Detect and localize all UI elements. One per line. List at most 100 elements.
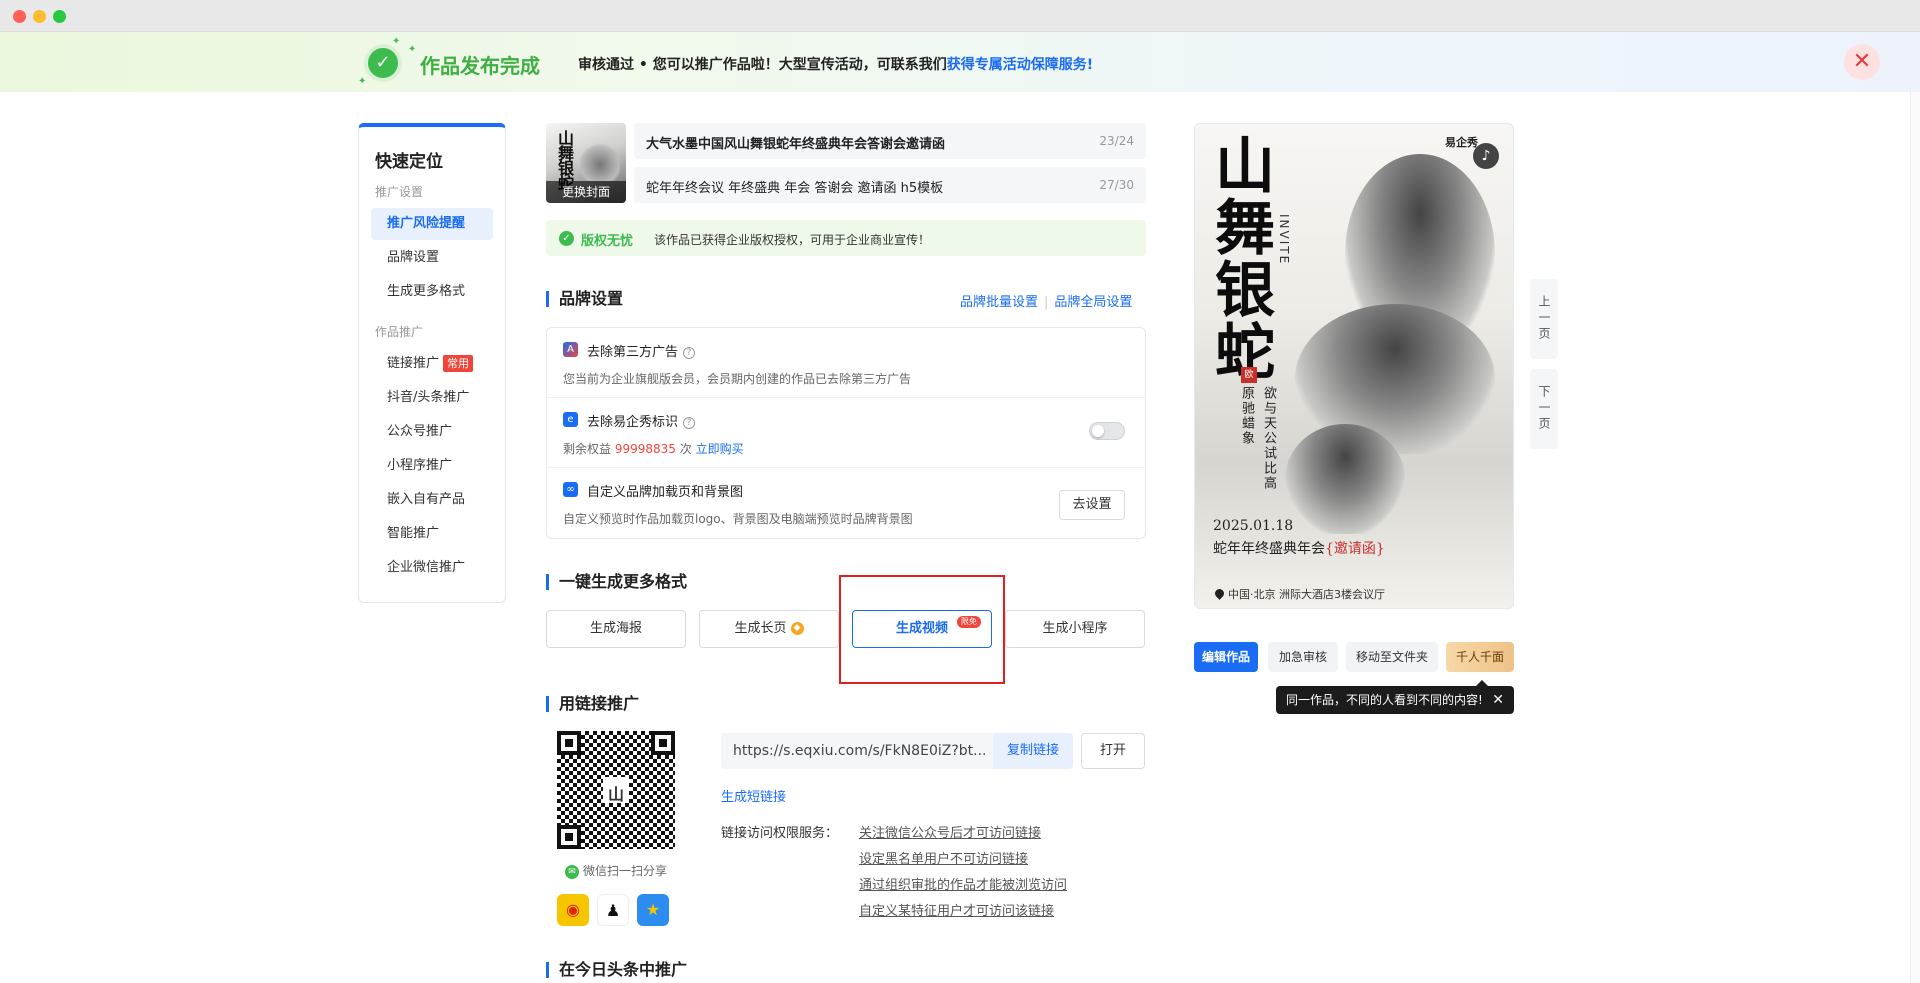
- perm-link-follow-official[interactable]: 关注微信公众号后才可访问链接: [859, 822, 1041, 841]
- share-url-text: https://s.eqxiu.com/s/FkN8E0iZ?bt...: [733, 743, 987, 759]
- nav-item-more-formats[interactable]: 生成更多格式: [371, 276, 493, 308]
- go-settings-button[interactable]: 去设置: [1059, 490, 1125, 520]
- nav-item-label: 链接推广: [387, 356, 440, 371]
- nav-item-brand-settings[interactable]: 品牌设置: [371, 242, 493, 274]
- music-note-icon[interactable]: ♪: [1473, 143, 1499, 169]
- share-qr-code: [557, 731, 675, 849]
- prev-page-button[interactable]: 上一页: [1530, 279, 1558, 359]
- generate-short-link[interactable]: 生成短链接: [721, 786, 786, 805]
- link-separator: |: [1044, 295, 1049, 310]
- close-icon[interactable]: ✕: [1492, 686, 1504, 714]
- poster-brand-logo: 易企秀: [1445, 136, 1478, 149]
- brand-row-desc: 剩余权益 99998835 次 立即购买: [563, 440, 744, 457]
- brand-row-name: 去除第三方广告?: [587, 341, 696, 360]
- generate-poster-button[interactable]: 生成海报: [546, 610, 686, 648]
- poster-subtitle-text: 蛇年年终盛典年会: [1213, 541, 1325, 557]
- brand-section-links: 品牌批量设置 | 品牌全局设置: [960, 291, 1132, 310]
- remove-ads-label: 去除第三方广告: [587, 345, 679, 360]
- nav-item-official-account-promo[interactable]: 公众号推广: [371, 416, 493, 448]
- open-link-button[interactable]: 打开: [1081, 733, 1145, 769]
- remaining-rights-count: 99998835: [614, 442, 676, 456]
- generate-longpage-button[interactable]: 生成长页 ◆: [699, 610, 839, 648]
- banner-service-link[interactable]: 获得专属活动保障服务!: [947, 57, 1093, 73]
- copy-link-button[interactable]: 复制链接: [993, 733, 1073, 769]
- banner-message-text: 审核通过 • 您可以推广作品啦！大型宣传活动，可联系我们: [578, 57, 947, 73]
- generate-video-label: 生成视频: [895, 621, 948, 636]
- check-circle-icon: ✓: [559, 231, 574, 246]
- window-maximize-button[interactable]: [53, 10, 66, 23]
- perm-link-blacklist[interactable]: 设定黑名单用户不可访问链接: [859, 848, 1028, 867]
- perm-link-approval[interactable]: 通过组织审批的作品才能被浏览访问: [859, 874, 1067, 893]
- poster-address: 中国·北京 洲际大酒店3楼会议厅: [1213, 586, 1385, 602]
- window-minimize-button[interactable]: [33, 10, 46, 23]
- brand-global-settings-link[interactable]: 品牌全局设置: [1054, 295, 1132, 310]
- remove-logo-label: 去除易企秀标识: [587, 415, 679, 430]
- brand-row-desc: 自定义预览时作品加载页logo、背景图及电脑端预览时品牌背景图: [563, 512, 913, 526]
- nav-item-embed-product[interactable]: 嵌入自有产品: [371, 484, 493, 516]
- work-desc-field[interactable]: 蛇年年终会议 年终盛典 年会 答谢会 邀请函 h5模板 27/30: [634, 167, 1146, 203]
- poster-mountain-art: [1285, 424, 1405, 534]
- personalize-tooltip: 同一作品，不同的人看到不同的内容! ✕: [1276, 680, 1514, 714]
- change-cover-button[interactable]: 更换封面: [546, 181, 626, 203]
- share-url-field[interactable]: https://s.eqxiu.com/s/FkN8E0iZ?bt... 复制链…: [721, 733, 1073, 769]
- window-titlebar: [0, 0, 1920, 32]
- nav-item-link-promo[interactable]: 链接推广 常用: [371, 348, 493, 380]
- eqxiu-logo-icon: e: [563, 412, 578, 427]
- copyright-notice: ✓ 版权无忧 该作品已获得企业版权授权，可用于企业商业宣传！: [546, 220, 1146, 256]
- close-icon[interactable]: ✕: [1844, 44, 1880, 80]
- publish-success-banner: ✦ ✦ ✦ ✓ 作品发布完成 审核通过 • 您可以推广作品啦！大型宣传活动，可联…: [0, 32, 1920, 92]
- help-icon[interactable]: ?: [683, 346, 696, 359]
- poster-invite-text: INVITE: [1277, 214, 1291, 266]
- poster-verse-right: 欲与天公试比高: [1261, 386, 1276, 491]
- custom-loading-label: 自定义品牌加载页和背景图: [587, 485, 744, 500]
- work-desc-count: 27/30: [1099, 178, 1134, 192]
- nav-item-risk-reminder[interactable]: 推广风险提醒: [371, 208, 493, 240]
- nav-item-smart-promo[interactable]: 智能推广: [371, 518, 493, 550]
- next-page-button[interactable]: 下一页: [1530, 369, 1558, 449]
- generate-miniprogram-button[interactable]: 生成小程序: [1005, 610, 1145, 648]
- poster-address-text: 中国·北京 洲际大酒店3楼会议厅: [1228, 588, 1385, 601]
- location-pin-icon: [1213, 587, 1226, 600]
- qq-icon[interactable]: ♟: [597, 894, 629, 926]
- hot-tag: 常用: [443, 355, 474, 372]
- wechat-icon: ✉: [565, 864, 579, 879]
- brand-row-name: 去除易企秀标识?: [587, 411, 696, 430]
- expedite-review-button[interactable]: 加急审核: [1268, 642, 1338, 672]
- qr-finder: [557, 731, 581, 755]
- work-cover-thumbnail[interactable]: 山舞银蛇 更换封面: [546, 123, 626, 203]
- remaining-rights-label: 剩余权益: [563, 442, 612, 456]
- brand-batch-settings-link[interactable]: 品牌批量设置: [960, 295, 1038, 310]
- work-title-count: 23/24: [1099, 134, 1134, 148]
- work-title-field[interactable]: 大气水墨中国风山舞银蛇年终盛典年会答谢会邀请函 23/24: [634, 123, 1146, 159]
- nav-item-wecom-promo[interactable]: 企业微信推广: [371, 552, 493, 584]
- formats-section-title: 一键生成更多格式: [546, 574, 687, 590]
- perm-link-custom-users[interactable]: 自定义某特征用户才可访问该链接: [859, 900, 1054, 919]
- work-preview-poster[interactable]: 易企秀 ♪ 山舞银蛇 INVITE 欧 欲与天公试比高 原驰蜡象 2025.01…: [1194, 123, 1514, 609]
- weibo-icon[interactable]: ◉: [557, 894, 589, 926]
- infinity-icon: ∞: [563, 482, 578, 497]
- poster-subtitle-highlight: {邀请函}: [1325, 541, 1385, 557]
- remove-logo-toggle[interactable]: [1089, 422, 1125, 440]
- help-icon[interactable]: ?: [683, 416, 696, 429]
- window-close-button[interactable]: [13, 10, 26, 23]
- brand-row-desc: 您当前为企业旗舰版会员，会员期内创建的作品已去除第三方广告: [563, 372, 912, 386]
- sparkle-icon: ✦: [408, 44, 417, 55]
- personalize-button[interactable]: 千人千面: [1446, 642, 1514, 672]
- cover-landscape-art: [580, 141, 620, 181]
- brand-row-custom-loading: ∞ 自定义品牌加载页和背景图 自定义预览时作品加载页logo、背景图及电脑端预览…: [547, 468, 1145, 538]
- success-check-icon: ✓: [368, 48, 398, 78]
- poster-date: 2025.01.18: [1213, 518, 1294, 534]
- move-to-folder-button[interactable]: 移动至文件夹: [1346, 642, 1438, 672]
- generate-video-button[interactable]: 生成视频 限免: [852, 610, 992, 648]
- qzone-icon[interactable]: ★: [637, 894, 669, 926]
- page-scrollbar[interactable]: [1910, 92, 1920, 983]
- qr-center-logo: [603, 777, 629, 805]
- qr-finder: [557, 825, 581, 849]
- access-permission-label: 链接访问权限服务：: [721, 826, 839, 841]
- brand-row-remove-logo: e 去除易企秀标识? 剩余权益 99998835 次 立即购买: [547, 398, 1145, 468]
- nav-item-douyin-promo[interactable]: 抖音/头条推广: [371, 382, 493, 414]
- edit-work-button[interactable]: 编辑作品: [1194, 642, 1258, 672]
- nav-item-miniprogram-promo[interactable]: 小程序推广: [371, 450, 493, 482]
- diamond-icon: ◆: [790, 622, 804, 635]
- buy-now-link[interactable]: 立即购买: [696, 442, 744, 456]
